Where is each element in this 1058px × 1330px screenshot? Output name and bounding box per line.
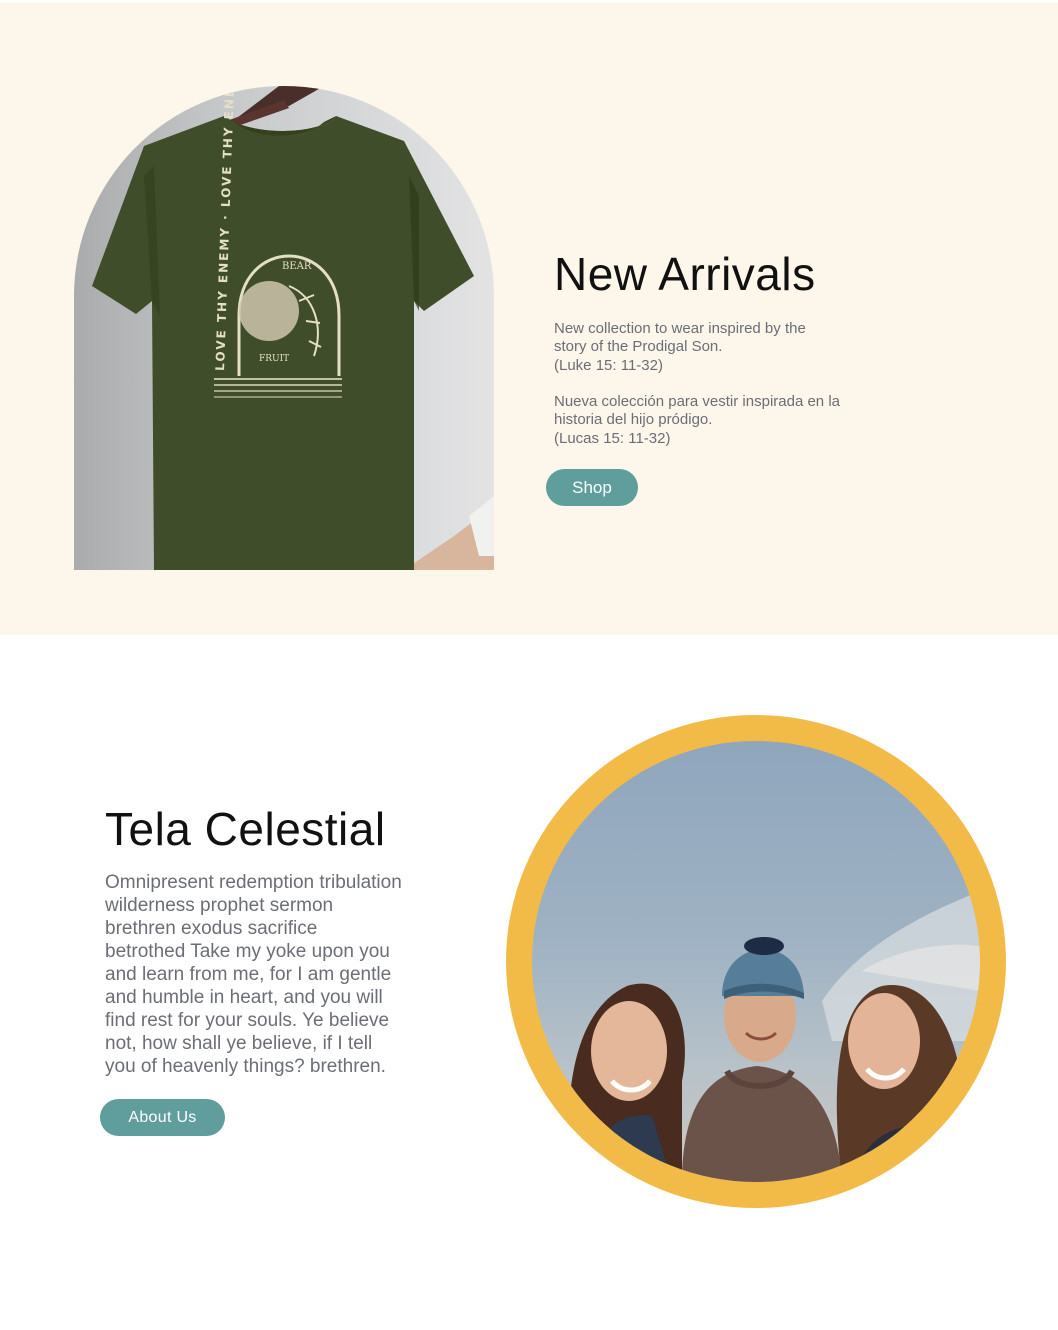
print-bear: BEAR	[282, 261, 312, 272]
new-arrivals-title: New Arrivals	[554, 248, 816, 300]
description-line: historia del hijo pródigo.	[554, 411, 713, 429]
description-line: Nueva colección para vestir inspirada en…	[554, 393, 840, 410]
tela-celestial-title: Tela Celestial	[105, 803, 386, 855]
shop-button[interactable]: Shop	[546, 469, 638, 506]
body-line: brethren exodus sacrifice	[105, 918, 318, 939]
description-line: story of the Prodigal Son.	[554, 338, 723, 356]
description-line: (Luke 15: 11-32)	[554, 356, 663, 374]
body-line: find rest for your souls. Ye believe	[105, 1010, 390, 1031]
description-line: New collection to wear inspired by the	[554, 320, 806, 337]
tela-celestial-body: Omnipresent redemption tribulation wilder…	[105, 871, 435, 1078]
body-line: not, how shall ye believe, if I tell	[105, 1033, 373, 1054]
body-line: Omnipresent redemption tribulation	[105, 872, 402, 893]
new-arrivals-description-en: New collection to wear inspired by the st…	[554, 320, 874, 375]
body-line: and humble in heart, and you will	[105, 987, 383, 1008]
group-portrait-photo	[532, 741, 980, 1182]
body-line: wilderness prophet sermon	[105, 895, 334, 916]
body-line: and learn from me, for I am gentle	[105, 964, 392, 985]
description-line: (Lucas 15: 11-32)	[554, 429, 671, 447]
tshirt-photo: LOVE THY ENEMY · LOVE THY ENEMY BEAR FRU…	[74, 86, 494, 570]
group-portrait-illustration	[568, 891, 980, 1182]
new-arrivals-description-es: Nueva colección para vestir inspirada en…	[554, 393, 874, 448]
body-line: you of heavenly things? brethren.	[105, 1056, 386, 1077]
print-fruit: FRUIT	[259, 354, 289, 364]
about-us-button[interactable]: About Us	[100, 1099, 225, 1136]
tshirt-illustration: LOVE THY ENEMY · LOVE THY ENEMY BEAR FRU…	[92, 86, 494, 570]
body-line: betrothed Take my yoke upon you	[105, 941, 390, 962]
